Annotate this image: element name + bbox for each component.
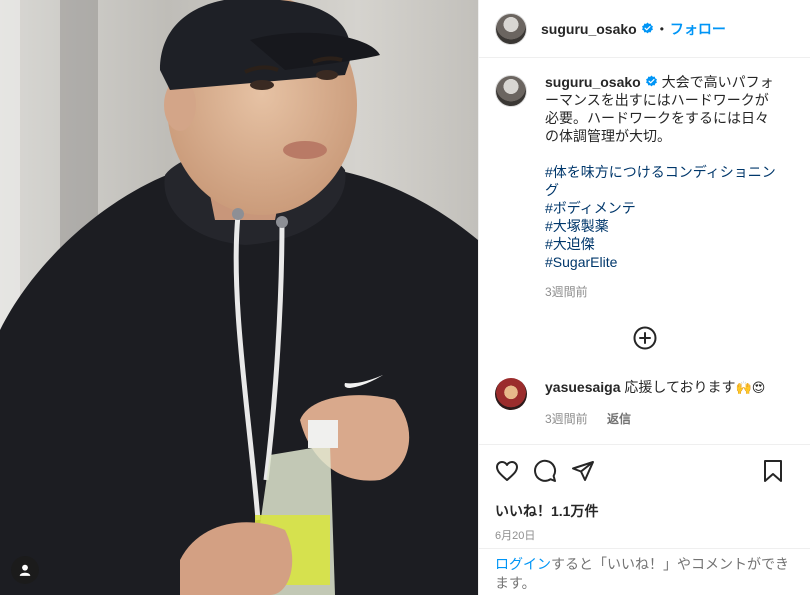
comment-text: 応援しております bbox=[624, 379, 736, 395]
follow-button[interactable]: フォロー bbox=[670, 19, 726, 39]
bookmark-icon bbox=[764, 460, 782, 482]
verified-badge-icon bbox=[645, 75, 657, 87]
reply-button[interactable]: 返信 bbox=[607, 412, 631, 426]
hashtag-link[interactable]: #大塚製薬 bbox=[545, 217, 777, 235]
heart-icon bbox=[496, 461, 518, 481]
like-count[interactable]: いいね！1.1万件 bbox=[479, 501, 810, 521]
post-side-panel: suguru_osako • フォロー suguru_osako 大会で高いパフ… bbox=[478, 0, 810, 595]
caption-author-avatar[interactable] bbox=[495, 75, 527, 107]
comments-section[interactable]: suguru_osako 大会で高いパフォーマンスを出すにはハードワークが必要。… bbox=[479, 59, 810, 444]
caption-timestamp[interactable]: 3週間前 bbox=[545, 285, 588, 299]
like-button[interactable] bbox=[495, 459, 519, 483]
user-tag-button[interactable] bbox=[11, 556, 39, 584]
comment-emoji: 🙌😍 bbox=[735, 381, 766, 396]
share-button[interactable] bbox=[571, 459, 595, 483]
comment-timestamp[interactable]: 3週間前 bbox=[545, 412, 588, 426]
user-tag-icon bbox=[19, 564, 31, 576]
load-more-comments[interactable] bbox=[495, 326, 794, 350]
hashtag-link[interactable]: #ボディメンテ bbox=[545, 199, 777, 217]
comment-button[interactable] bbox=[533, 459, 557, 483]
hashtag-list: #体を味方につけるコンディショニング #ボディメンテ #大塚製薬 #大迫傑 #S… bbox=[545, 163, 777, 271]
post-header: suguru_osako • フォロー bbox=[479, 0, 810, 58]
post-date[interactable]: 6月20日 bbox=[479, 527, 810, 543]
save-button[interactable] bbox=[762, 459, 784, 483]
commenter-username[interactable]: yasuesaiga bbox=[545, 379, 621, 395]
caption-username[interactable]: suguru_osako bbox=[545, 74, 641, 90]
login-prompt: ログインすると「いいね！」やコメントができます。 bbox=[479, 548, 810, 595]
author-avatar[interactable] bbox=[495, 12, 527, 45]
comment-meta: 3週間前 返信 bbox=[545, 410, 777, 428]
add-circle-icon bbox=[633, 326, 656, 350]
share-icon bbox=[572, 461, 594, 481]
post-actions-area: いいね！1.1万件 6月20日 bbox=[479, 444, 810, 543]
commenter-avatar[interactable] bbox=[495, 378, 527, 410]
post-photo[interactable] bbox=[0, 0, 478, 595]
comment-icon bbox=[534, 459, 557, 482]
post-image bbox=[0, 0, 478, 595]
hashtag-link[interactable]: #体を味方につけるコンディショニング bbox=[545, 163, 777, 199]
caption-meta: 3週間前 bbox=[545, 283, 777, 301]
author-username[interactable]: suguru_osako bbox=[541, 21, 637, 37]
comment-item: yasuesaiga 応援しております🙌😍 3週間前 返信 bbox=[495, 378, 794, 428]
hashtag-link[interactable]: #SugarElite bbox=[545, 253, 777, 271]
login-link[interactable]: ログイン bbox=[495, 556, 551, 572]
caption: suguru_osako 大会で高いパフォーマンスを出すにはハードワークが必要。… bbox=[495, 73, 794, 301]
hashtag-link[interactable]: #大迫傑 bbox=[545, 235, 777, 253]
verified-badge-icon bbox=[641, 22, 653, 34]
action-bar bbox=[479, 445, 810, 497]
header-separator: • bbox=[659, 21, 664, 36]
